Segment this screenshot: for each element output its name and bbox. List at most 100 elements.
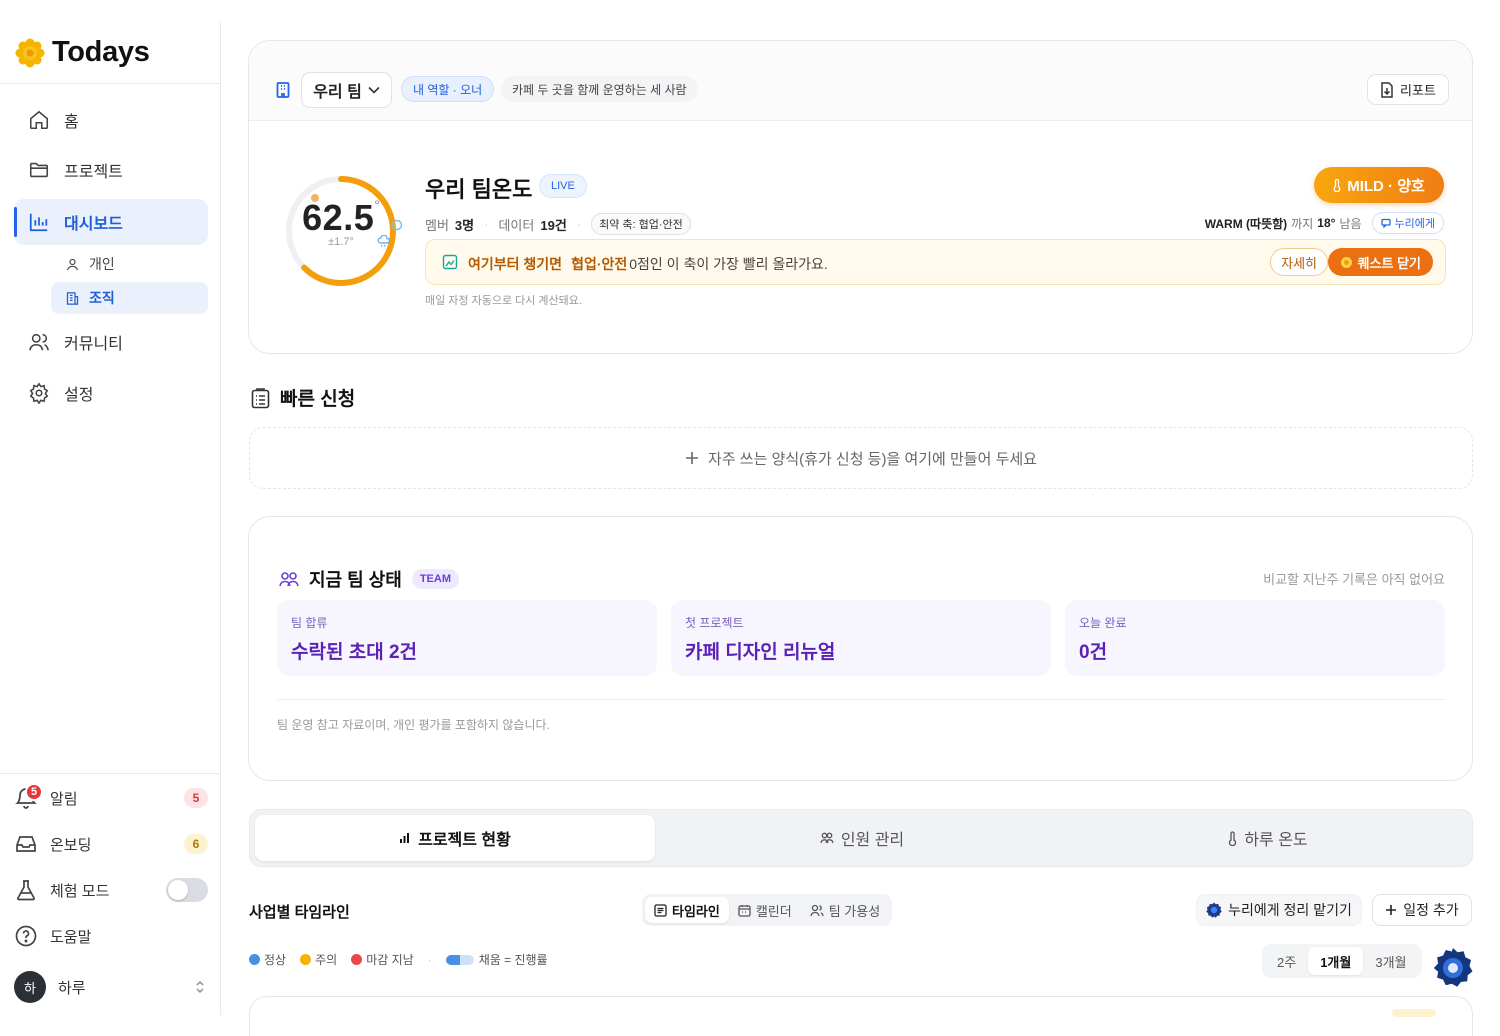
plus-icon <box>1386 905 1397 915</box>
timeline-panel <box>249 996 1473 1036</box>
quick-request-title: 빠른 신청 <box>280 389 356 410</box>
sidebar-item-projects[interactable]: 프로젝트 <box>14 147 208 193</box>
sidebar-item-trial-mode: 체험 모드 <box>14 873 208 907</box>
ask-nuri-organize-button[interactable]: 누리에게 정리 맡기기 <box>1196 894 1362 926</box>
legend-label: 채움 = 진행률 <box>478 953 548 967</box>
ask-nuri-organize-label: 누리에게 정리 맡기기 <box>1228 902 1352 918</box>
legend-item-normal: 정상 <box>249 951 286 968</box>
sidebar-item-label: 온보딩 <box>50 836 92 854</box>
user-name: 하루 <box>58 979 86 997</box>
warm-remaining: WARM (따뜻함) 까지 18° 남음 누리에게 <box>1205 212 1444 234</box>
meta-separator: · <box>484 216 489 232</box>
sidebar-item-label: 체험 모드 <box>50 882 110 900</box>
weakest-axis-pill: 최약 축: 협업·안전 <box>591 213 691 235</box>
add-quick-form-label: 자주 쓰는 양식(휴가 신청 등)을 여기에 만들어 두세요 <box>708 450 1037 468</box>
folder-icon <box>29 162 49 178</box>
sidebar-subitem-organization[interactable]: 조직 <box>51 282 208 314</box>
legend-label: 주의 <box>315 953 338 967</box>
logo[interactable]: Todays <box>14 36 150 69</box>
range-switch: 2주 1개월 3개월 <box>1262 944 1422 978</box>
quest-prefix: 여기부터 챙기면 <box>468 256 563 272</box>
quest-close-label: 퀘스트 닫기 <box>1357 255 1421 271</box>
tab-label: 프로젝트 현황 <box>418 832 511 849</box>
quest-close-button[interactable]: 퀘스트 닫기 <box>1327 248 1433 276</box>
chevron-down-icon <box>368 86 380 94</box>
legend-dot <box>300 954 312 965</box>
status-badge-label: MILD · 양호 <box>1347 177 1425 195</box>
avatar: 하 <box>14 971 46 1003</box>
main-content: 우리 팀 내 역할 · 오너 카페 두 곳을 함께 운영하는 세 사람 리포트 … <box>222 22 1500 1036</box>
sidebar-subitem-label: 개인 <box>89 256 115 272</box>
tab-project-status[interactable]: 프로젝트 현황 <box>255 815 655 861</box>
clipboard-icon <box>251 387 270 408</box>
temperature-meta: 멤버 3명 · 데이터 19건 · 최약 축: 협업·안전 <box>425 213 691 235</box>
recalc-note: 매일 자정 자동으로 다시 계산돼요. <box>425 295 582 307</box>
stat-value: 0건 <box>1079 642 1108 663</box>
legend-item-overdue: 마감 지남 <box>351 951 414 968</box>
data-value: 19건 <box>540 217 567 233</box>
timeline-legend: 정상 주의 마감 지남 · 채움 = 진행률 <box>249 951 548 968</box>
compare-note: 비교할 지난주 기록은 아직 없어요 <box>1263 572 1445 587</box>
sidebar-subitem-personal[interactable]: 개인 <box>51 248 208 280</box>
ask-nuri-label: 누리에게 <box>1394 218 1435 230</box>
live-badge: LIVE <box>539 174 587 198</box>
stat-label: 첫 프로젝트 <box>685 616 744 630</box>
chat-icon <box>1380 218 1391 228</box>
sidebar-item-dashboard[interactable]: 대시보드 <box>14 199 208 245</box>
sidebar-item-help[interactable]: 도움말 <box>14 919 208 953</box>
calendar-icon <box>738 904 751 917</box>
tab-people[interactable]: 인원 관리 <box>662 815 1062 861</box>
sidebar-item-label: 홈 <box>64 114 79 131</box>
trial-mode-toggle[interactable] <box>166 878 208 902</box>
warm-target-label: WARM (따뜻함) <box>1204 216 1288 231</box>
bell-wrapper: 5 <box>14 783 43 810</box>
temperature-title: 우리 팀온도 <box>425 177 533 202</box>
sidebar-item-home[interactable]: 홈 <box>14 97 208 143</box>
range-1-month[interactable]: 1개월 <box>1308 947 1364 975</box>
quest-description: 0점인 이 축이 가장 빨리 올라가요. <box>629 256 828 272</box>
range-2-weeks[interactable]: 2주 <box>1265 947 1308 975</box>
sidebar-item-alerts[interactable]: 5 알림 5 <box>14 781 208 815</box>
legend-item-fill: 채움 = 진행률 <box>445 951 548 968</box>
quest-detail-button[interactable]: 자세히 <box>1270 248 1328 276</box>
sidebar-item-settings[interactable]: 설정 <box>14 370 208 416</box>
legend-label: 정상 <box>264 953 287 967</box>
stat-card-team-join: 팀 합류 수락된 초대 2건 <box>277 600 657 676</box>
view-calendar[interactable]: 캘린더 <box>729 897 801 923</box>
nuri-assistant-icon[interactable] <box>1432 947 1474 989</box>
range-3-months[interactable]: 3개월 <box>1363 947 1418 975</box>
view-team-availability[interactable]: 팀 가용성 <box>801 897 889 923</box>
user-icon <box>66 258 79 270</box>
role-pill: 내 역할 · 오너 <box>401 76 495 102</box>
view-timeline[interactable]: 타임라인 <box>645 897 729 923</box>
status-badge: MILD · 양호 <box>1314 167 1444 203</box>
quest-banner: 여기부터 챙기면 협업·안전 0점인 이 축이 가장 빨리 올라가요. 자세히 … <box>425 239 1446 285</box>
app-name: Todays <box>52 36 150 68</box>
divider <box>277 699 1445 700</box>
tab-daily-temperature[interactable]: 하루 온도 <box>1068 815 1468 861</box>
legend-label: 마감 지남 <box>366 953 414 967</box>
bar-chart-icon <box>400 833 410 843</box>
team-badge: TEAM <box>411 569 459 589</box>
team-select-value: 우리 팀 <box>313 84 362 101</box>
add-quick-form-button[interactable]: 자주 쓰는 양식(휴가 신청 등)을 여기에 만들어 두세요 <box>249 427 1473 489</box>
temperature-gauge: 62.5° ±1.7° <box>281 171 409 291</box>
team-status-footnote: 팀 운영 참고 자료이며, 개인 평가를 포함하지 않습니다. <box>277 718 550 732</box>
stat-value: 수락된 초대 2건 <box>291 642 418 663</box>
team-temperature-card: 우리 팀 내 역할 · 오너 카페 두 곳을 함께 운영하는 세 사람 리포트 … <box>248 40 1473 354</box>
tab-label: 하루 온도 <box>1244 832 1308 849</box>
thermometer-icon <box>1229 830 1237 846</box>
legend-dot <box>351 954 363 965</box>
sidebar-item-community[interactable]: 커뮤니티 <box>14 319 208 365</box>
add-schedule-label: 일정 추가 <box>1403 902 1459 918</box>
add-schedule-button[interactable]: 일정 추가 <box>1372 894 1472 926</box>
sidebar-subitem-label: 조직 <box>89 290 115 306</box>
stat-card-done-today: 오늘 완료 0건 <box>1065 600 1445 676</box>
team-select[interactable]: 우리 팀 <box>301 72 392 108</box>
report-button[interactable]: 리포트 <box>1367 74 1449 105</box>
ask-nuri-button[interactable]: 누리에게 <box>1371 212 1444 234</box>
sidebar-item-onboarding[interactable]: 온보딩 6 <box>14 827 208 861</box>
divider <box>0 773 221 774</box>
sun-icon <box>1340 256 1352 268</box>
user-menu[interactable]: 하 하루 <box>14 969 208 1005</box>
